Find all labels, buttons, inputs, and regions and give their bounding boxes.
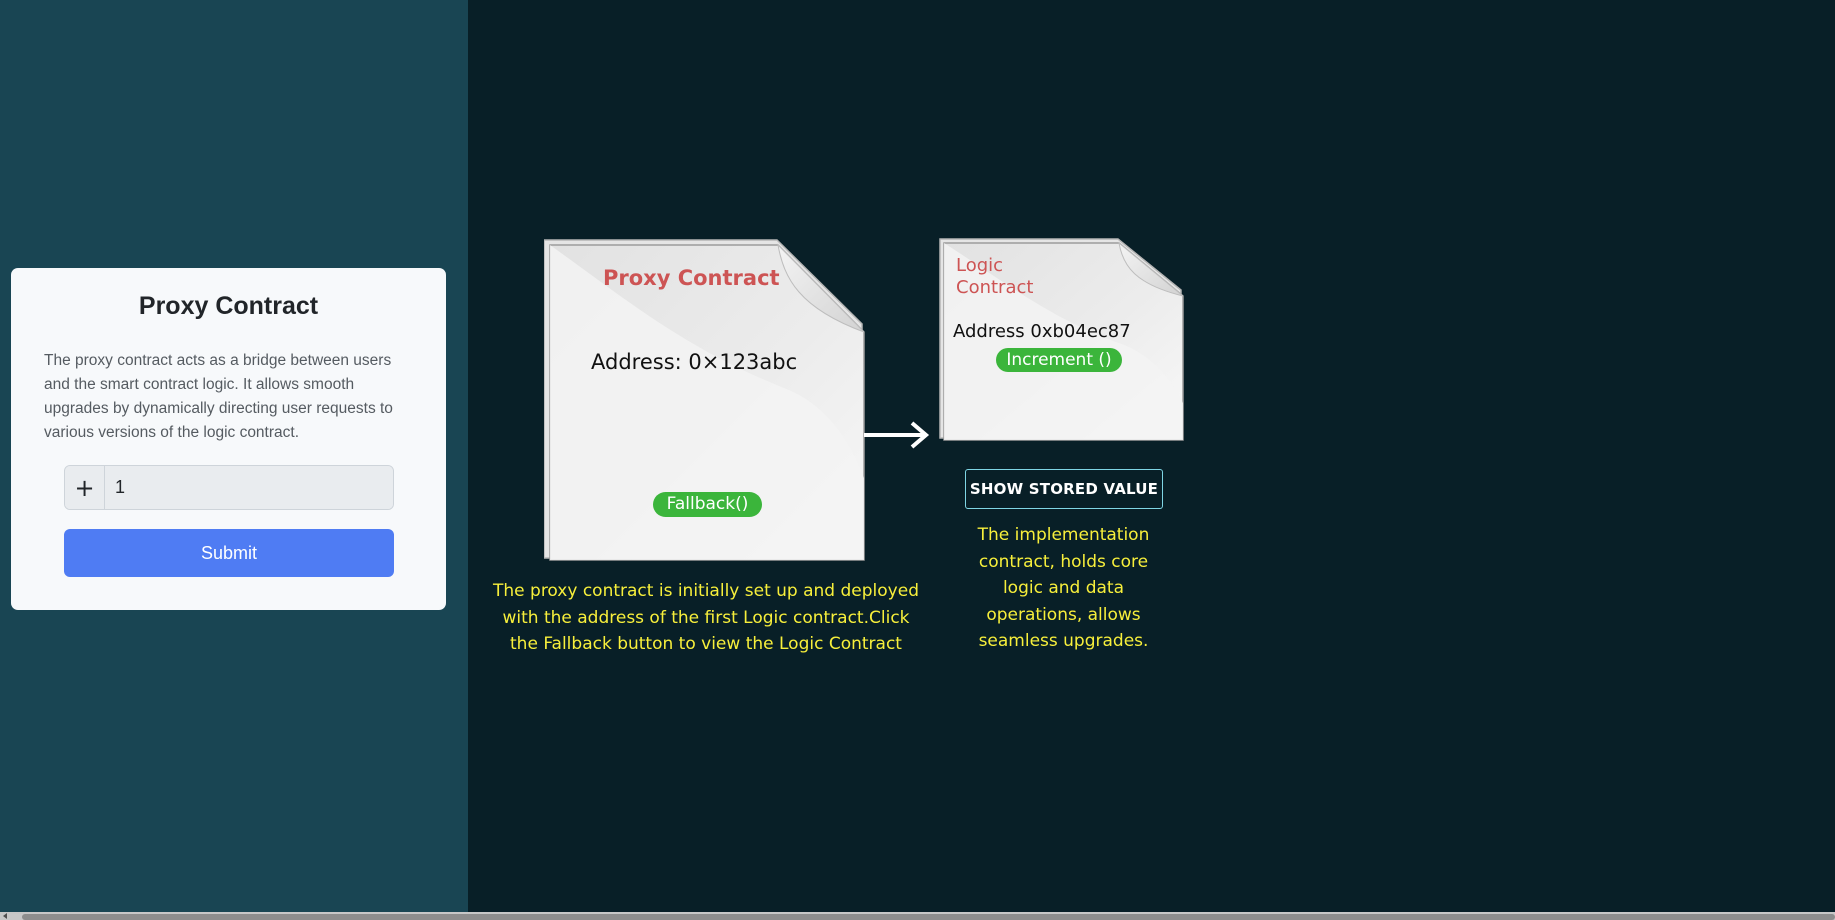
show-stored-value-button[interactable]: SHOW STORED VALUE: [965, 469, 1163, 509]
logic-address: Address 0xb04ec87: [953, 321, 1131, 342]
logic-document-title: Logic Contract: [956, 255, 1034, 298]
card-description: The proxy contract acts as a bridge betw…: [44, 352, 393, 441]
proxy-document-title: Proxy Contract: [603, 266, 780, 290]
value-input-group: +: [64, 465, 394, 510]
value-input[interactable]: [105, 466, 393, 509]
increment-button[interactable]: Increment (): [996, 348, 1122, 372]
proxy-contract-card: Proxy Contract The proxy contract acts a…: [11, 268, 446, 610]
scroll-left-icon[interactable]: [3, 913, 7, 919]
fallback-button[interactable]: Fallback(): [653, 492, 762, 517]
proxy-caption: The proxy contract is initially set up a…: [493, 581, 919, 654]
arrow-right-icon: [864, 421, 930, 449]
proxy-address: Address: 0×123abc: [591, 350, 798, 374]
scrollbar-thumb[interactable]: [22, 914, 1835, 920]
submit-button[interactable]: Submit: [64, 529, 394, 577]
plus-icon: +: [65, 466, 105, 509]
logic-caption: The implementation contract, holds core …: [977, 525, 1150, 651]
card-title: Proxy Contract: [138, 292, 319, 320]
